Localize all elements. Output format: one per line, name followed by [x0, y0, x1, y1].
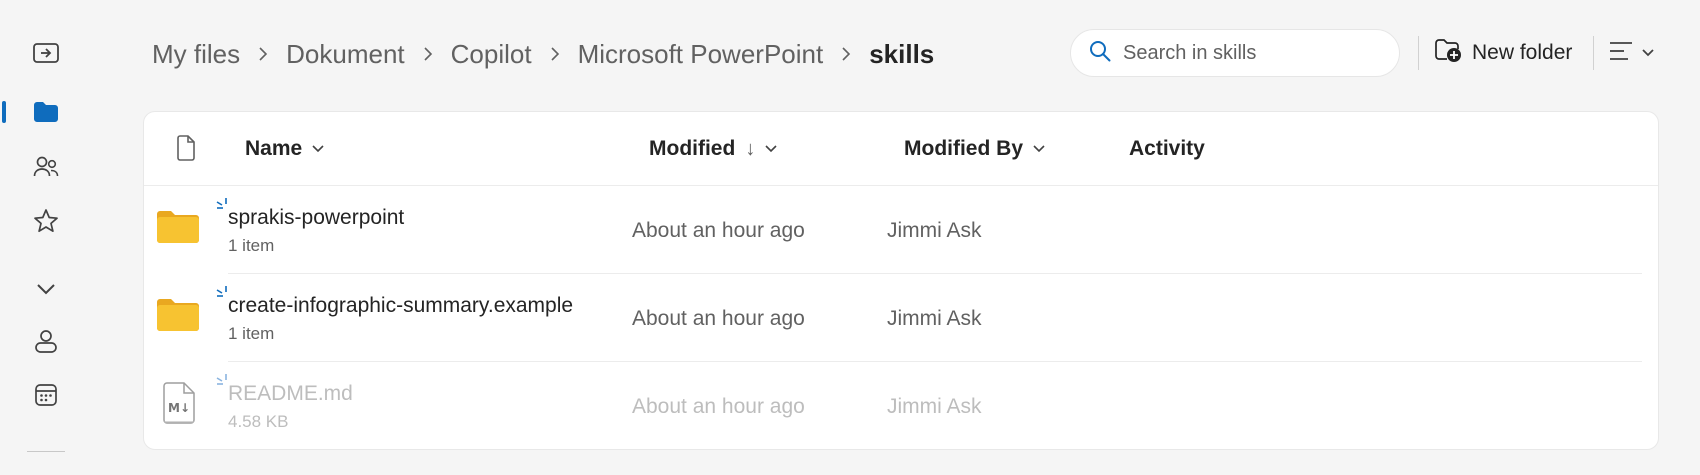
file-list: Name Modified ↓ Modified By Activity spr…: [143, 111, 1659, 450]
file-type-icon[interactable]: [176, 135, 196, 166]
chevron-right-icon: [258, 46, 268, 62]
view-options-button[interactable]: [1608, 36, 1654, 70]
search-box[interactable]: [1070, 29, 1400, 77]
file-modified: About an hour ago: [632, 395, 805, 418]
new-folder-button[interactable]: New folder: [1434, 32, 1572, 74]
markdown-file-icon: M↓: [162, 382, 196, 431]
person-icon[interactable]: [26, 321, 66, 361]
file-detail: 1 item: [228, 324, 275, 343]
chevron-right-icon: [841, 46, 851, 62]
chevron-down-icon: [312, 145, 324, 153]
active-indicator: [2, 101, 6, 123]
svg-text:M↓: M↓: [168, 401, 190, 415]
folder-icon: [156, 210, 200, 249]
new-folder-label: New folder: [1472, 41, 1573, 64]
favorites-star-icon[interactable]: [26, 201, 66, 241]
toolbar-divider: [1593, 36, 1594, 70]
rail-divider: [27, 451, 65, 452]
file-modified-by[interactable]: Jimmi Ask: [887, 307, 982, 331]
left-rail: [0, 0, 96, 475]
chevron-down-icon: [1033, 145, 1045, 153]
search-icon: [1089, 40, 1111, 67]
toolbar-divider: [1418, 36, 1419, 70]
file-modified-by[interactable]: Jimmi Ask: [887, 395, 982, 419]
my-files-icon[interactable]: [26, 92, 66, 132]
file-name[interactable]: README.md: [228, 382, 353, 406]
new-folder-icon: [1434, 37, 1462, 69]
file-modified: About an hour ago: [632, 307, 805, 330]
column-name-label: Name: [245, 137, 303, 160]
folder-icon: [156, 298, 200, 337]
chevron-down-icon: [1642, 44, 1654, 62]
table-row[interactable]: M↓ README.md 4.58 KB About an hour ago J…: [163, 362, 1642, 449]
breadcrumb-current-skills: skills: [869, 38, 935, 69]
breadcrumb-copilot[interactable]: Copilot: [451, 39, 532, 70]
column-modified-by[interactable]: Modified By: [904, 134, 1045, 164]
column-modified-by-label: Modified By: [904, 137, 1023, 160]
file-name[interactable]: sprakis-powerpoint: [228, 206, 404, 230]
table-row[interactable]: create-infographic-summary.example 1 ite…: [157, 274, 1642, 362]
chevron-right-icon: [423, 46, 433, 62]
breadcrumb-powerpoint[interactable]: Microsoft PowerPoint: [578, 39, 824, 70]
column-modified[interactable]: Modified ↓: [649, 134, 777, 164]
file-detail: 1 item: [228, 236, 275, 255]
column-header-row: Name Modified ↓ Modified By Activity: [144, 112, 1658, 186]
list-view-icon: [1608, 40, 1634, 67]
chevron-down-icon[interactable]: [26, 269, 66, 309]
sort-descending-icon: ↓: [745, 137, 756, 160]
collapse-pane-icon[interactable]: [26, 33, 66, 73]
file-name[interactable]: create-infographic-summary.example: [228, 294, 573, 318]
file-detail: 4.58 KB: [228, 412, 289, 431]
column-name[interactable]: Name: [245, 134, 324, 164]
shared-people-icon[interactable]: [26, 147, 66, 187]
search-input[interactable]: [1123, 41, 1383, 65]
breadcrumb-dokument[interactable]: Dokument: [286, 39, 405, 70]
calendar-icon[interactable]: [26, 375, 66, 415]
table-row[interactable]: sprakis-powerpoint 1 item About an hour …: [157, 186, 1642, 274]
column-activity-label: Activity: [1129, 137, 1205, 160]
file-modified-by[interactable]: Jimmi Ask: [887, 219, 982, 243]
column-modified-label: Modified: [649, 137, 736, 160]
chevron-down-icon: [765, 145, 777, 153]
column-activity[interactable]: Activity: [1129, 134, 1205, 164]
chevron-right-icon: [550, 46, 560, 62]
breadcrumb: My files Dokument Copilot Microsoft Powe…: [152, 34, 934, 74]
file-modified: About an hour ago: [632, 219, 805, 242]
breadcrumb-my-files[interactable]: My files: [152, 39, 240, 70]
